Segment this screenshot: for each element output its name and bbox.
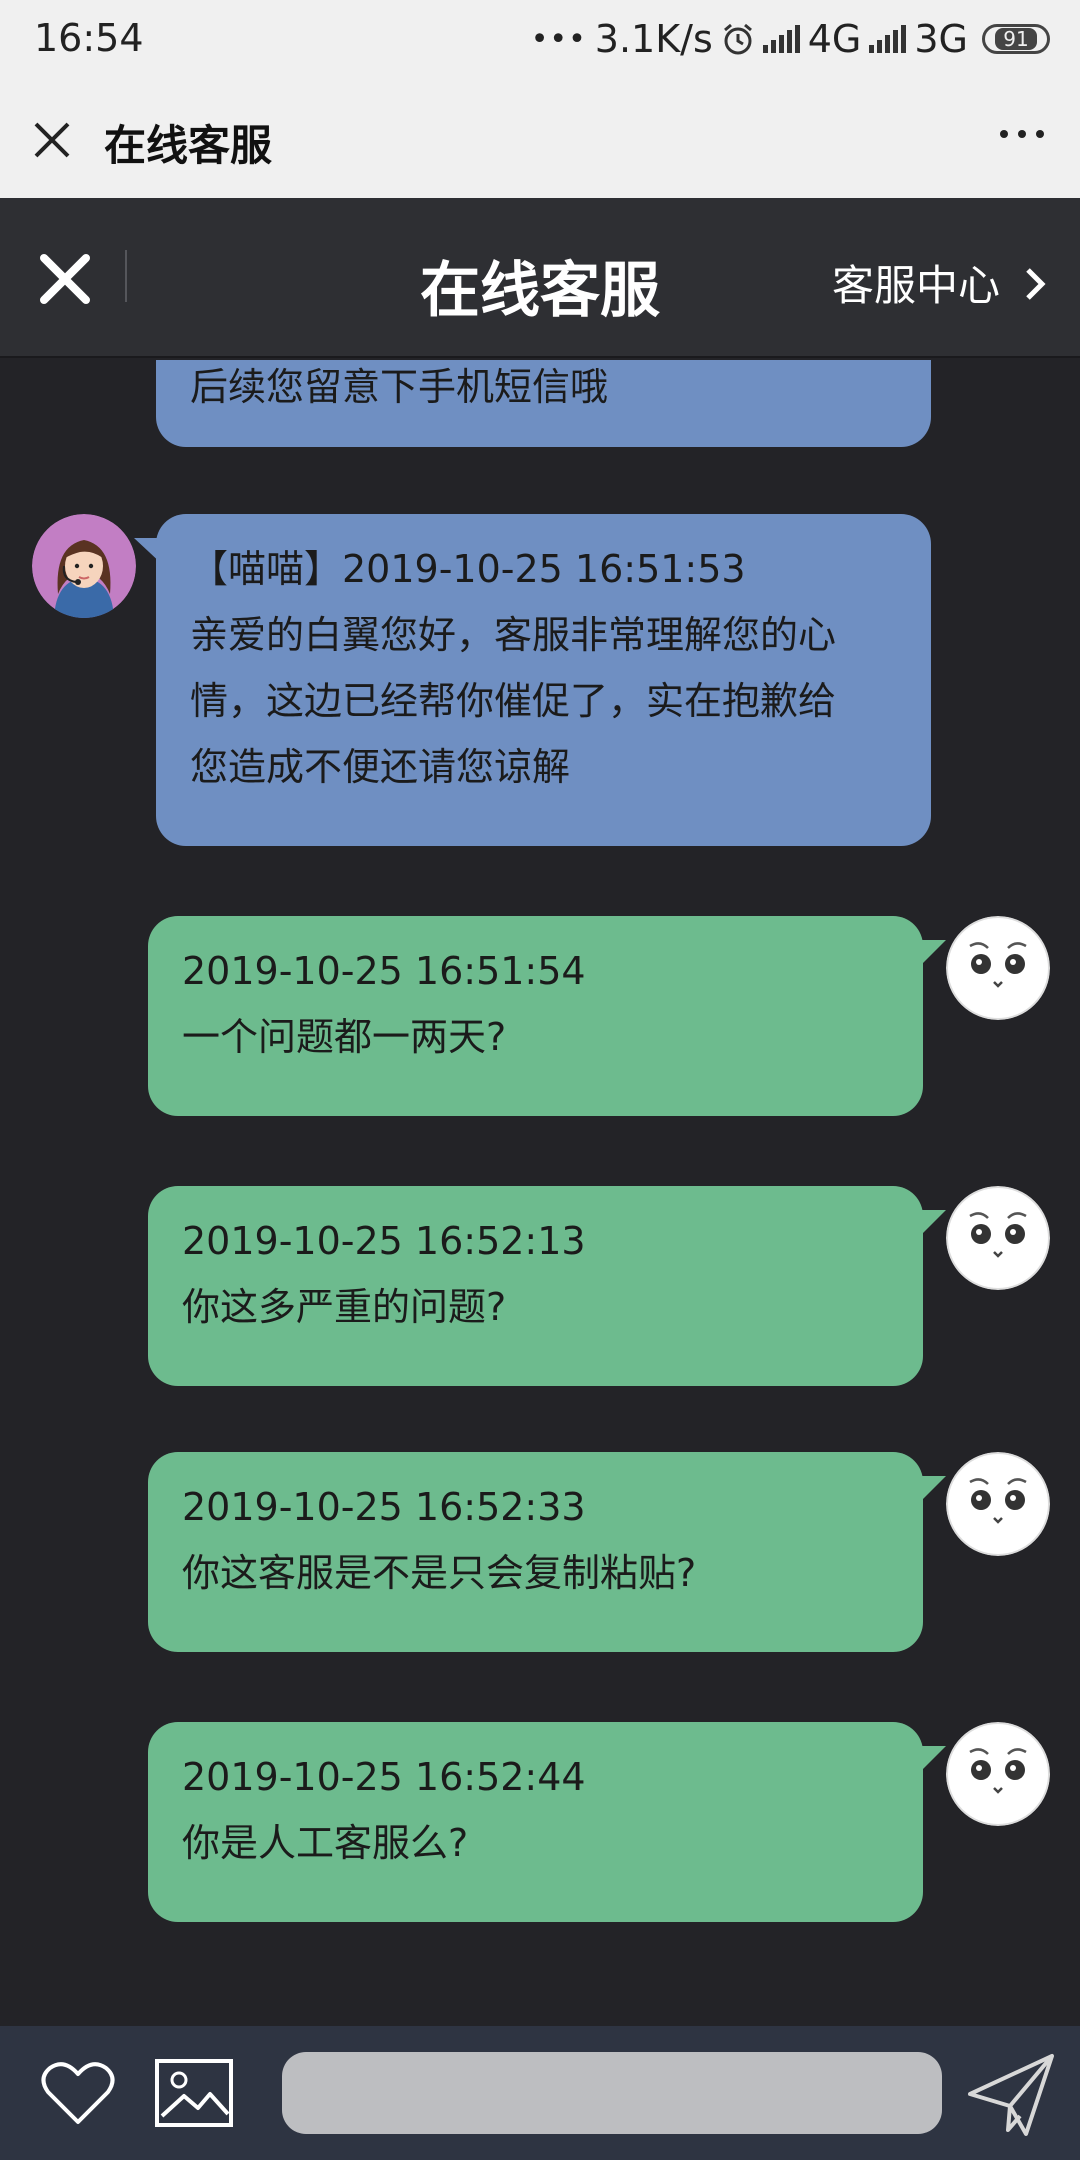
network-type-2: 3G: [914, 17, 968, 61]
webview-title: 在线客服: [104, 121, 273, 170]
battery-level: 91: [995, 28, 1037, 50]
message-text: 亲爱的白翼您好，客服非常理解您的心: [190, 613, 837, 657]
status-indicators: ••• 3.1K/s 4G 3G 91: [531, 14, 1050, 64]
message-timestamp: 2019-10-25 16:52:13: [182, 1219, 586, 1263]
user-avatar: [946, 916, 1050, 1020]
message-timestamp: 2019-10-25 16:51:54: [182, 949, 586, 993]
network-type-1: 4G: [807, 17, 862, 61]
signal-icon: [762, 25, 800, 53]
network-speed: 3.1K/s: [594, 17, 713, 61]
user-avatar: [946, 1452, 1050, 1556]
message-text: 您造成不便还请您谅解: [190, 745, 571, 789]
more-options-icon[interactable]: [1000, 130, 1044, 138]
heart-icon[interactable]: [40, 2058, 116, 2128]
user-avatar: [946, 1722, 1050, 1826]
message-text: 情，这边已经帮你催促了，实在抱歉给: [190, 679, 837, 723]
message-text: 你这客服是不是只会复制粘贴?: [182, 1551, 697, 1595]
message-input[interactable]: [282, 2052, 942, 2134]
message-bubble-user: 2019-10-25 16:52:13 你这多严重的问题?: [148, 1186, 923, 1386]
message-timestamp: 2019-10-25 16:52:44: [182, 1755, 586, 1799]
more-dots-indicator: •••: [530, 21, 587, 57]
status-time: 16:54: [34, 16, 144, 60]
close-icon[interactable]: [30, 118, 74, 162]
chat-messages[interactable]: 后续您留意下手机短信哦 【喵喵】2019-10-25 16:51:53 亲爱的白…: [0, 360, 1080, 2026]
agent-avatar: [32, 514, 136, 618]
service-center-link[interactable]: 客服中心: [832, 252, 1000, 313]
message-text: 一个问题都一两天?: [182, 1015, 507, 1059]
chat-header: 在线客服 客服中心: [0, 198, 1080, 358]
message-text: 你是人工客服么?: [182, 1821, 469, 1865]
message-text: 你这多严重的问题?: [182, 1285, 507, 1329]
status-bar: 16:54 ••• 3.1K/s 4G 3G 91: [0, 0, 1080, 80]
message-timestamp: 【喵喵】2019-10-25 16:51:53: [190, 547, 746, 591]
message-bubble-user: 2019-10-25 16:52:33 你这客服是不是只会复制粘贴?: [148, 1452, 923, 1652]
message-bubble-agent: 后续您留意下手机短信哦: [156, 360, 931, 447]
alarm-icon: [723, 23, 752, 55]
message-bubble-user: 2019-10-25 16:51:54 一个问题都一两天?: [148, 916, 923, 1116]
message-timestamp: 2019-10-25 16:52:33: [182, 1485, 586, 1529]
send-icon[interactable]: [966, 2050, 1056, 2140]
chat-input-bar: [0, 2026, 1080, 2160]
message-bubble-user: 2019-10-25 16:52:44 你是人工客服么?: [148, 1722, 923, 1922]
message-text: 后续您留意下手机短信哦: [190, 365, 609, 409]
webview-toolbar: 在线客服: [0, 80, 1080, 198]
signal-icon-2: [869, 25, 907, 53]
message-bubble-agent: 【喵喵】2019-10-25 16:51:53 亲爱的白翼您好，客服非常理解您的…: [156, 514, 931, 846]
image-icon[interactable]: [154, 2058, 234, 2128]
user-avatar: [946, 1186, 1050, 1290]
chevron-right-icon[interactable]: [1020, 264, 1050, 304]
battery-icon: 91: [982, 24, 1050, 54]
